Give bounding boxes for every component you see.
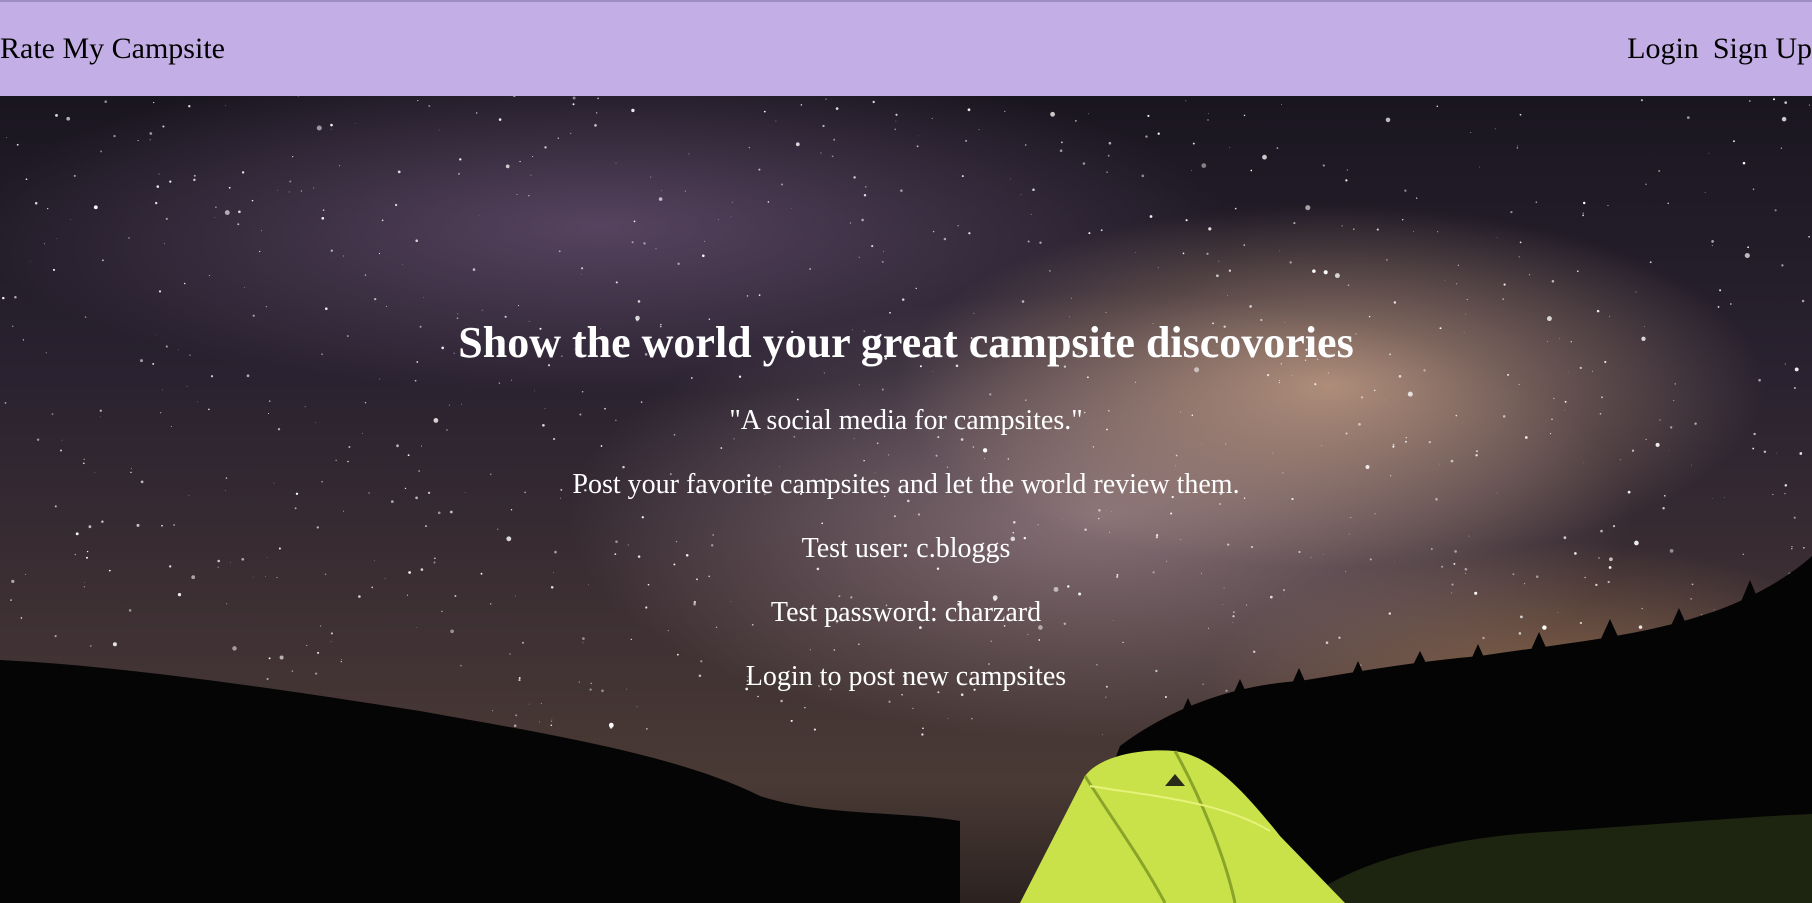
hero-title: Show the world your great campsite disco… [458,318,1354,367]
test-user-text: Test user: c.bloggs [801,533,1011,564]
test-password-text: Test password: charzard [770,597,1042,628]
hero-banner: Show the world your great campsite disco… [0,96,1812,903]
signup-link[interactable]: Sign Up [1713,32,1812,66]
brand-link[interactable]: Rate My Campsite [0,32,225,66]
login-link[interactable]: Login [1627,32,1699,66]
hero-tagline: "A social media for campsites." [729,405,1083,436]
nav-links: Login Sign Up [1627,32,1812,66]
login-to-post-link[interactable]: Login to post new campsites [0,660,1812,694]
hero-description: Post your favorite campsites and let the… [572,469,1240,500]
top-navbar: Rate My Campsite Login Sign Up [0,0,1812,96]
